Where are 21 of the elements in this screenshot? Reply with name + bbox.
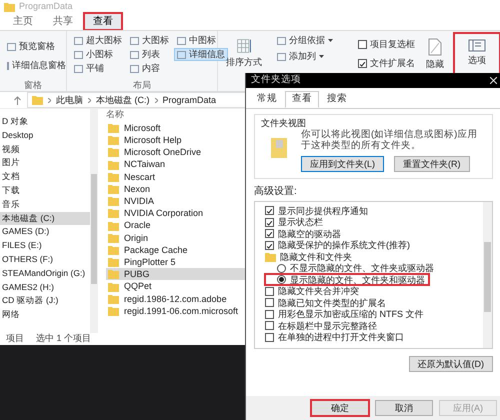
setting-label: 在标题栏中显示完整路径 bbox=[278, 320, 377, 331]
setting-label: 在单独的进程中打开文件夹窗口 bbox=[278, 332, 404, 342]
group-label: 布局 bbox=[132, 80, 152, 91]
window-title: ProgramData bbox=[19, 1, 73, 12]
status-text: 选中 1 个项目 bbox=[36, 333, 92, 345]
status-text: 项目 bbox=[6, 333, 24, 345]
section-label: 高级设置: bbox=[254, 186, 298, 198]
group-title: 文件夹视图 bbox=[261, 118, 307, 128]
dialog-title: 文件夹选项 bbox=[251, 75, 301, 86]
checkbox-label: 项目复选框 bbox=[370, 39, 415, 50]
setting-label: 显示状态栏 bbox=[278, 217, 323, 228]
setting-label: 隐藏受保护的操作系统文件(推荐) bbox=[278, 240, 410, 250]
description-text: 你可以将此视图(如详细信息或图标)应用于这种类型的所有文件夹。 bbox=[301, 130, 478, 152]
setting-label: 用彩色显示加密或压缩的 NTFS 文件 bbox=[278, 309, 424, 320]
setting-label: 显示同步提供程序通知 bbox=[278, 206, 368, 216]
setting-group-label: 隐藏文件和文件夹 bbox=[280, 252, 352, 262]
setting-label: 隐藏文件夹合并冲突 bbox=[278, 286, 359, 296]
setting-label: 隐藏空的驱动器 bbox=[278, 228, 341, 239]
checkbox-label: 文件扩展名 bbox=[370, 58, 415, 69]
group-label: 窗格 bbox=[23, 80, 43, 91]
setting-label: 隐藏已知文件类型的扩展名 bbox=[278, 298, 386, 308]
